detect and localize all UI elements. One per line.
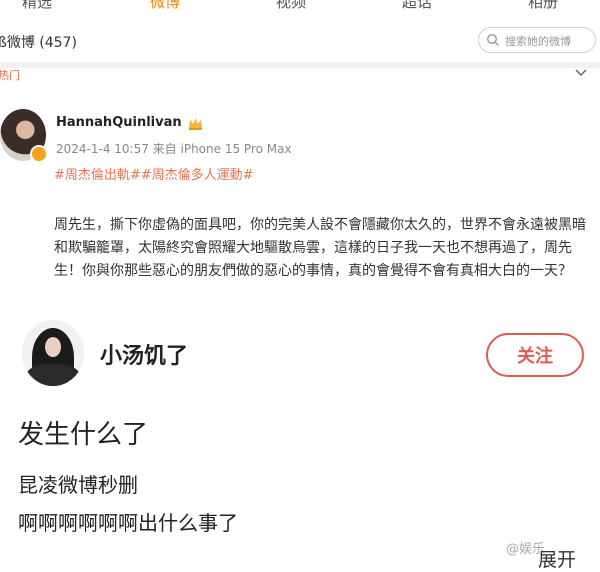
comment-line-2: 昆凌微博秒删 — [18, 473, 138, 497]
tab-featured[interactable]: 精选 — [22, 0, 52, 12]
search-input[interactable]: 搜索她的微博 — [478, 27, 596, 53]
follow-button[interactable]: 关注 — [486, 333, 584, 377]
comment-line-3: 啊啊啊啊啊啊出什么事了 — [18, 511, 238, 535]
tab-album[interactable]: 相册 — [528, 0, 558, 12]
section-divider — [0, 62, 600, 68]
search-placeholder: 搜索她的微博 — [505, 35, 571, 48]
profile-weibo-header: ß微博 (457) 搜索她的微博 — [0, 24, 600, 58]
post-content: 周先生，撕下你虛偽的面具吧，你的完美人設不會隱藏你太久的，世界不會永遠被黑暗和欺… — [54, 217, 586, 279]
comment-line-1: 发生什么了 — [18, 420, 149, 450]
crown-icon — [189, 118, 202, 130]
weibo-count-title: ß微博 (457) — [0, 35, 77, 51]
top-tab-bar: 精选 微博 视频 超话 相册 — [0, 0, 600, 14]
commenter-avatar[interactable] — [22, 320, 84, 386]
tab-super-topic[interactable]: 超话 — [402, 0, 432, 12]
hot-label: 热门 — [0, 69, 20, 82]
chevron-down-icon[interactable] — [574, 66, 588, 80]
tab-video[interactable]: 视频 — [276, 0, 306, 12]
search-icon — [486, 33, 499, 46]
post-meta: 2024-1-4 10:57 来自 iPhone 15 Pro Max — [56, 142, 292, 156]
verified-badge-icon — [30, 145, 48, 163]
expand-link[interactable]: 展开 — [538, 545, 576, 572]
post-author-name[interactable]: HannahQuinlivan — [56, 115, 182, 130]
tab-weibo[interactable]: 微博 — [150, 0, 180, 12]
commenter-name[interactable]: 小汤饥了 — [100, 338, 188, 370]
post-hashtags[interactable]: #周杰倫出軌##周杰倫多人運動# — [54, 164, 254, 183]
